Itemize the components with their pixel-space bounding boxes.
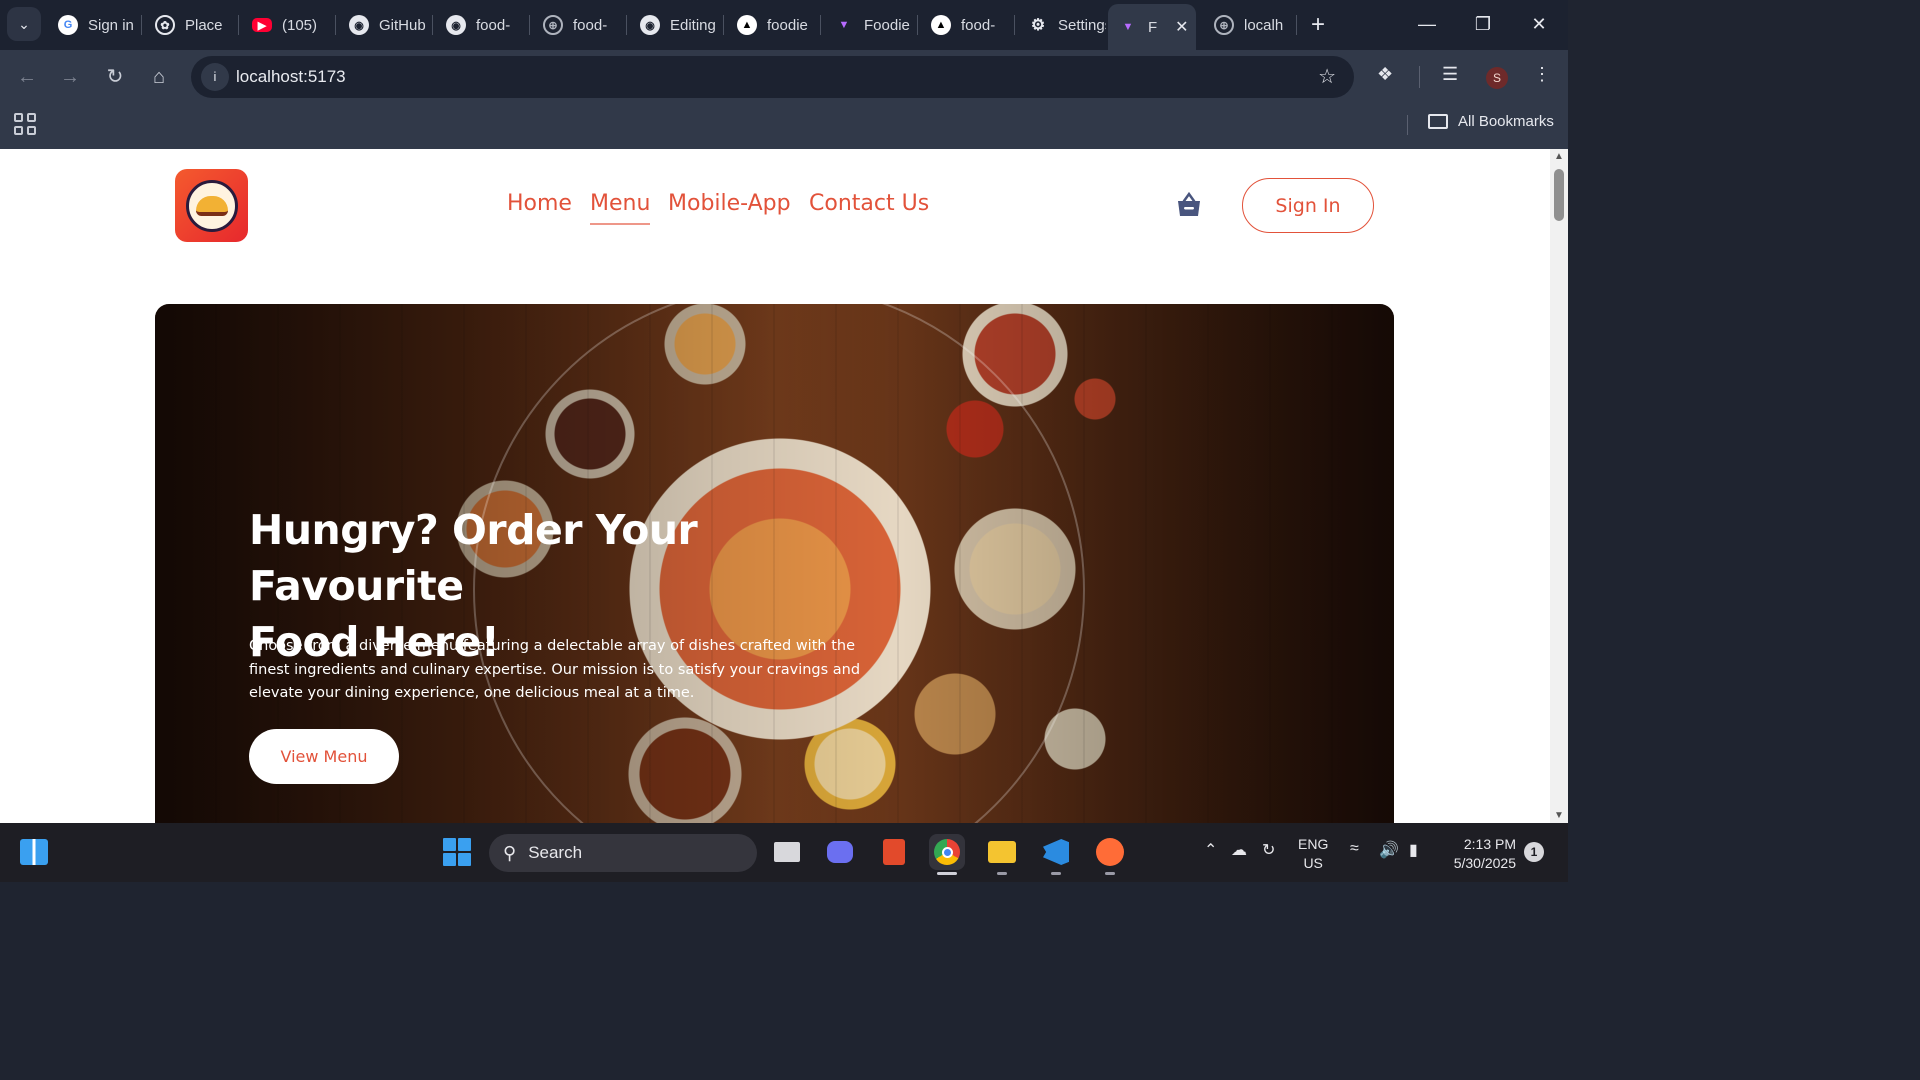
chevron-down-icon: ⌄ — [18, 15, 30, 32]
language-indicator[interactable]: ENG US — [1298, 835, 1328, 873]
youtube-icon: ▶ — [252, 18, 272, 32]
profile-avatar[interactable]: S — [1486, 67, 1508, 89]
gear-icon: ⚙ — [1030, 17, 1046, 34]
site-info-icon[interactable]: i — [201, 63, 229, 91]
new-tab-button[interactable]: + — [1305, 10, 1331, 40]
browser-tab[interactable]: ⊕ food- — [533, 8, 621, 42]
start-button[interactable] — [439, 834, 475, 870]
vite-icon: ▼ — [838, 19, 850, 31]
globe-icon: ⊕ — [1214, 15, 1234, 35]
page-scrollbar[interactable]: ▲ ▼ — [1550, 149, 1568, 823]
search-icon: ⚲ — [503, 842, 517, 863]
site-logo[interactable] — [175, 169, 248, 242]
forward-button[interactable]: → — [55, 62, 85, 92]
sign-in-button[interactable]: Sign In — [1242, 178, 1374, 233]
browser-tab[interactable]: G Sign in — [48, 8, 136, 42]
bookmarks-bar: All Bookmarks — [0, 104, 1568, 149]
browser-tab[interactable]: ▼ Foodie — [824, 8, 912, 42]
view-menu-button[interactable]: View Menu — [249, 729, 399, 784]
sync-icon[interactable]: ↻ — [1262, 840, 1275, 860]
browser-tab[interactable]: ▶ (105) — [242, 8, 330, 42]
globe-icon: ⊕ — [543, 15, 563, 35]
all-bookmarks-button[interactable]: All Bookmarks — [1428, 113, 1554, 130]
browser-tab[interactable]: ⚙ Settings — [1018, 8, 1106, 42]
chef-burger-logo-icon — [185, 179, 238, 232]
nav-mobile-app[interactable]: Mobile-App — [668, 191, 791, 216]
nav-menu[interactable]: Menu — [590, 191, 651, 225]
github-icon: ◉ — [640, 15, 660, 35]
taskbar-search[interactable]: ⚲ Search — [489, 834, 757, 872]
browser-tab[interactable]: ◉ food- — [436, 8, 524, 42]
reload-button[interactable]: ↻ — [100, 62, 130, 92]
browser-tab-active[interactable]: ▼ F ✕ — [1108, 4, 1196, 50]
windows-logo-icon — [443, 838, 471, 866]
chrome-icon[interactable] — [929, 834, 965, 875]
nav-contact-us[interactable]: Contact Us — [809, 191, 929, 216]
folder-icon — [1428, 114, 1448, 129]
google-icon: G — [58, 15, 78, 35]
vercel-icon: ▲ — [737, 15, 757, 35]
hero-banner: Hungry? Order Your Favourite Food Here! … — [155, 304, 1394, 823]
home-button[interactable]: ⌂ — [144, 62, 174, 92]
office-icon[interactable] — [876, 834, 912, 870]
browser-toolbar: ← → ↻ ⌂ i localhost:5173 ☆ ❖ ☰ ⋮ — [0, 50, 1568, 104]
postman-icon[interactable] — [1092, 834, 1128, 875]
vercel-icon: ▲ — [931, 15, 951, 35]
browser-tabstrip: ⌄ G Sign in ✿ Place ▶ (105) ◉ GitHub ◉ f… — [0, 0, 1568, 50]
show-hidden-icons[interactable]: ⌃ — [1204, 840, 1217, 860]
media-control-icon[interactable]: ☰ — [1442, 64, 1458, 85]
page-viewport: Home Menu Mobile-App Contact Us Sign In … — [0, 149, 1568, 823]
close-window-button[interactable]: ✕ — [1519, 8, 1559, 40]
apps-grid-icon[interactable] — [14, 113, 36, 135]
onedrive-icon[interactable]: ☁ — [1231, 840, 1247, 860]
vscode-icon[interactable] — [1038, 834, 1074, 875]
scroll-down-icon[interactable]: ▼ — [1554, 810, 1564, 821]
battery-icon[interactable]: ▮ — [1409, 840, 1418, 860]
extensions-icon[interactable]: ❖ — [1377, 64, 1393, 85]
browser-tab[interactable]: ⊕ localh — [1204, 8, 1296, 42]
bookmark-star-icon[interactable]: ☆ — [1318, 64, 1336, 89]
notification-badge[interactable]: 1 — [1524, 842, 1544, 862]
minimize-button[interactable]: — — [1407, 8, 1447, 40]
github-icon: ◉ — [349, 15, 369, 35]
back-button[interactable]: ← — [12, 62, 42, 92]
openai-icon: ✿ — [155, 15, 175, 35]
vite-icon: ▼ — [1122, 21, 1134, 33]
volume-icon[interactable]: 🔊 — [1379, 840, 1399, 860]
github-icon: ◉ — [446, 15, 466, 35]
file-explorer-icon[interactable] — [984, 834, 1020, 875]
meet-icon[interactable] — [822, 834, 858, 870]
widgets-icon[interactable] — [16, 834, 52, 870]
address-bar[interactable]: i localhost:5173 ☆ — [191, 56, 1354, 98]
scroll-thumb[interactable] — [1554, 169, 1564, 221]
browser-tab[interactable]: ▲ foodie — [727, 8, 815, 42]
clock[interactable]: 2:13 PM 5/30/2025 — [1444, 835, 1516, 873]
windows-taskbar: ⚲ Search ⌃ ☁ ↻ ENG US ≈ 🔊 ▮ 2:13 PM 5/30… — [0, 823, 1568, 882]
menu-kebab-icon[interactable]: ⋮ — [1533, 64, 1551, 85]
browser-tab[interactable]: ✿ Place — [145, 8, 233, 42]
task-view-icon[interactable] — [769, 834, 805, 870]
url-text[interactable]: localhost:5173 — [236, 67, 346, 87]
browser-tab[interactable]: ◉ GitHub — [339, 8, 427, 42]
nav-home[interactable]: Home — [507, 191, 572, 216]
tab-search-button[interactable]: ⌄ — [7, 7, 41, 41]
basket-icon[interactable] — [1175, 191, 1203, 219]
browser-tab[interactable]: ▲ food- — [921, 8, 1009, 42]
scroll-up-icon[interactable]: ▲ — [1554, 151, 1564, 162]
restore-button[interactable]: ❐ — [1463, 8, 1503, 40]
close-tab-icon[interactable]: ✕ — [1175, 17, 1188, 37]
wifi-icon[interactable]: ≈ — [1350, 840, 1359, 858]
browser-tab[interactable]: ◉ Editing — [630, 8, 718, 42]
hero-description: Choose from a diverse menu featuring a d… — [249, 638, 861, 701]
